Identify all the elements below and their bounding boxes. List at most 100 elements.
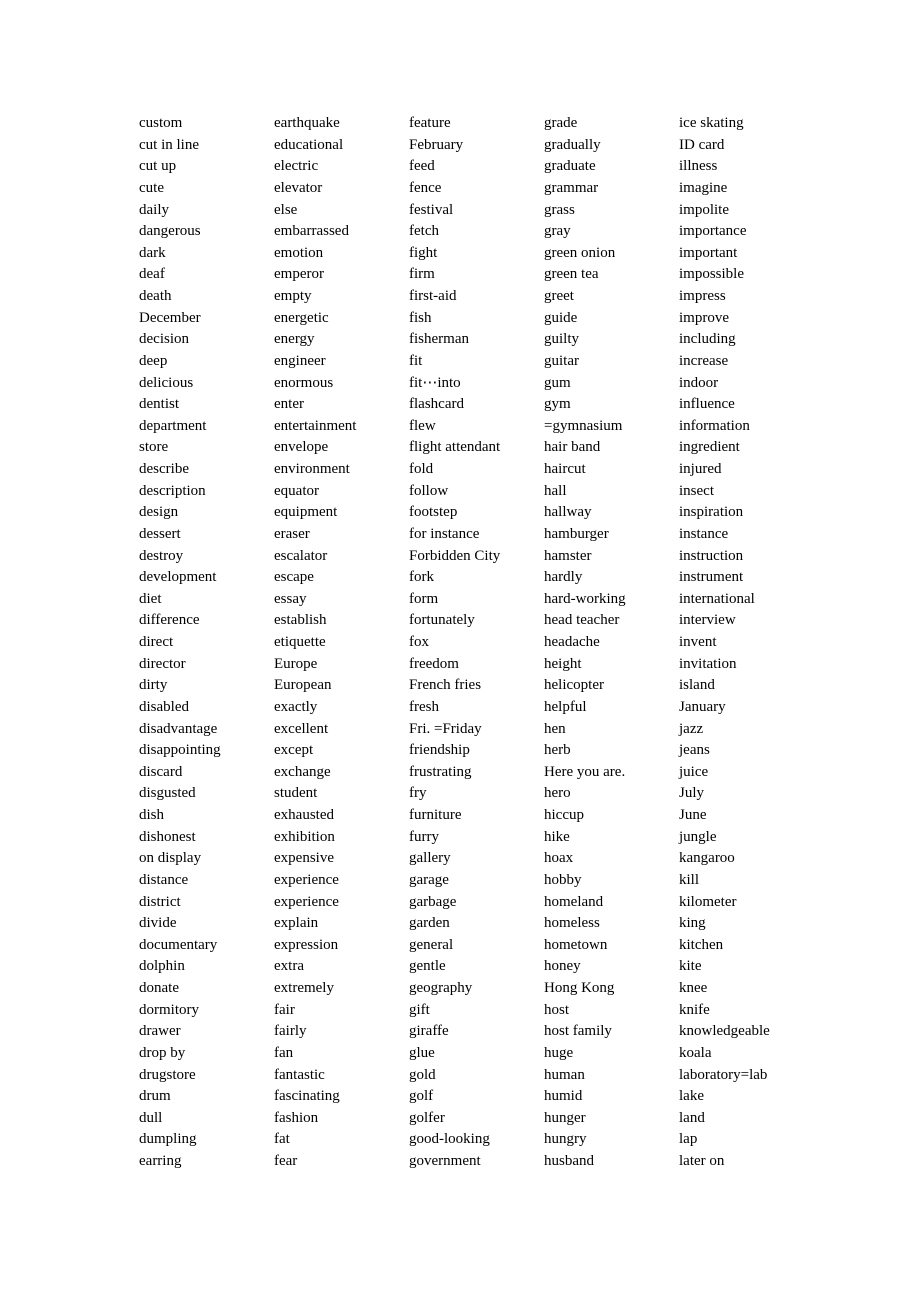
vocabulary-word: jungle [679, 828, 717, 845]
vocabulary-word: grade [544, 115, 578, 131]
vocabulary-word: dolphin [139, 958, 185, 975]
vocabulary-word: guitar [544, 352, 579, 369]
vocabulary-word: dormitory [139, 1001, 199, 1018]
vocabulary-word: freedom [409, 655, 459, 672]
vocabulary-word: fry [409, 785, 427, 802]
vocabulary-word: dull [139, 1109, 163, 1126]
vocabulary-word: lap [679, 1131, 698, 1148]
vocabulary-word: energy [274, 331, 315, 348]
vocabulary-word: escalator [274, 547, 328, 564]
vocabulary-word: friendship [409, 742, 470, 759]
vocabulary-word: gold [409, 1066, 436, 1083]
vocabulary-word: educational [274, 136, 344, 153]
vocabulary-word: hen [544, 720, 566, 737]
vocabulary-word: king [679, 915, 706, 932]
vocabulary-word: grammar [544, 179, 599, 196]
vocabulary-word: kill [679, 871, 700, 888]
vocabulary-word: dishonest [139, 828, 196, 845]
vocabulary-word: documentary [139, 936, 218, 953]
vocabulary-word: illness [679, 158, 718, 175]
vocabulary-word: homeless [544, 915, 600, 932]
vocabulary-word: drawer [139, 1023, 181, 1040]
vocabulary-word: deaf [139, 266, 165, 283]
vocabulary-word: dish [139, 807, 165, 823]
vocabulary-word: hoax [544, 850, 574, 867]
vocabulary-word: herb [544, 742, 571, 759]
vocabulary-word: lake [679, 1088, 704, 1105]
vocabulary-word: Here you are. [544, 763, 626, 780]
vocabulary-word: gray [544, 223, 571, 240]
vocabulary-word: emotion [274, 244, 324, 261]
vocabulary-word: kilometer [679, 893, 737, 910]
vocabulary-word: dangerous [139, 223, 201, 240]
vocabulary-word: difference [139, 612, 200, 629]
vocabulary-word: dark [139, 244, 166, 261]
vocabulary-word: enter [274, 396, 304, 413]
vocabulary-word: jeans [679, 742, 710, 759]
vocabulary-word: flashcard [409, 396, 464, 413]
vocabulary-word: frustrating [409, 763, 472, 780]
vocabulary-word: donate [139, 980, 179, 996]
vocabulary-word: haircut [544, 461, 586, 477]
vocabulary-word: greet [544, 288, 574, 304]
vocabulary-word: homeland [544, 893, 604, 910]
vocabulary-word: koala [679, 1044, 712, 1061]
vocabulary-word: flew [409, 417, 436, 434]
vocabulary-word: fortunately [409, 612, 475, 629]
vocabulary-word: ingredient [679, 439, 740, 456]
vocabulary-word: Forbidden City [409, 547, 501, 564]
vocabulary-word: envelope [274, 439, 329, 456]
vocabulary-word: jazz [679, 720, 704, 737]
vocabulary-word: including [679, 331, 736, 348]
vocabulary-word: gym [544, 396, 571, 413]
vocabulary-word: equipment [274, 504, 338, 521]
vocabulary-word: drop by [139, 1044, 186, 1061]
vocabulary-word: host family [544, 1023, 612, 1040]
vocabulary-word: dumpling [139, 1131, 197, 1148]
vocabulary-word: fox [409, 634, 429, 650]
vocabulary-word: dirty [139, 677, 168, 694]
vocabulary-word: guilty [544, 331, 580, 348]
vocabulary-table: custom cut in line cut up cute daily dangerou… [139, 113, 814, 1173]
vocabulary-word: exactly [274, 698, 318, 715]
vocabulary-word: laboratory=lab [679, 1066, 768, 1083]
vocabulary-word: hard-working [544, 590, 626, 607]
vocabulary-word: exchange [274, 763, 331, 780]
vocabulary-word: instrument [679, 569, 744, 586]
vocabulary-word: etiquette [274, 634, 326, 650]
vocabulary-word: information [679, 417, 750, 434]
vocabulary-word: Hong Kong [544, 980, 615, 996]
vocabulary-word: husband [544, 1153, 594, 1169]
vocabulary-word: fantastic [274, 1066, 325, 1083]
vocabulary-word: gift [409, 1001, 430, 1018]
vocabulary-word: height [544, 655, 582, 672]
vocabulary-word: escape [274, 569, 314, 586]
vocabulary-word: kitchen [679, 936, 724, 953]
vocabulary-word: inspiration [679, 504, 744, 521]
vocabulary-word: garage [409, 871, 449, 888]
vocabulary-word: head teacher [544, 612, 620, 629]
vocabulary-word: embarrassed [274, 223, 349, 240]
vocabulary-word: knowledgeable [679, 1023, 770, 1040]
vocabulary-word: hero [544, 785, 571, 802]
vocabulary-word: hair band [544, 439, 601, 456]
word-column-2: earthquake educational electric elevator els… [274, 113, 409, 1173]
vocabulary-word: hamburger [544, 525, 609, 542]
vocabulary-word: increase [679, 352, 729, 369]
vocabulary-word: electric [274, 158, 319, 175]
vocabulary-word: French fries [409, 677, 482, 694]
vocabulary-word: hardly [544, 569, 583, 586]
vocabulary-word: director [139, 655, 186, 672]
vocabulary-word: human [544, 1066, 585, 1083]
vocabulary-word: hallway [544, 504, 592, 521]
vocabulary-word: cut in line [139, 136, 199, 153]
vocabulary-word: fence [409, 179, 442, 196]
vocabulary-word: kite [679, 958, 702, 975]
vocabulary-word: feature [409, 115, 451, 131]
vocabulary-word: flight attendant [409, 439, 501, 456]
vocabulary-word: district [139, 893, 181, 910]
vocabulary-word: government [409, 1153, 481, 1169]
vocabulary-word: expensive [274, 850, 334, 867]
vocabulary-word: interview [679, 612, 736, 629]
vocabulary-word: important [679, 244, 738, 261]
